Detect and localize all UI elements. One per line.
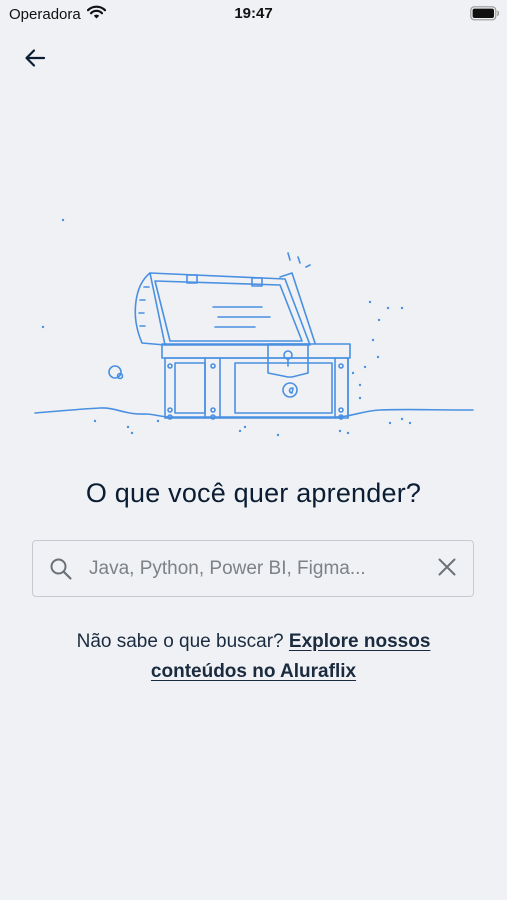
- status-bar: Operadora 19:47: [0, 0, 507, 30]
- status-time: 19:47: [234, 5, 273, 22]
- battery-icon: [470, 6, 500, 26]
- search-input[interactable]: [89, 551, 419, 587]
- explore-hint: Não sabe o que buscar? Explore nossos co…: [40, 627, 467, 687]
- back-button[interactable]: [20, 46, 50, 74]
- clear-search-button[interactable]: [433, 555, 461, 583]
- hint-text: Não sabe o que buscar?: [76, 631, 289, 652]
- arrow-left-icon: [24, 48, 46, 73]
- search-icon: [49, 557, 73, 586]
- page-title: O que você quer aprender?: [85, 478, 422, 508]
- treasure-chest-illustration: [30, 205, 480, 445]
- close-icon: [438, 558, 456, 581]
- search-box[interactable]: [32, 540, 474, 597]
